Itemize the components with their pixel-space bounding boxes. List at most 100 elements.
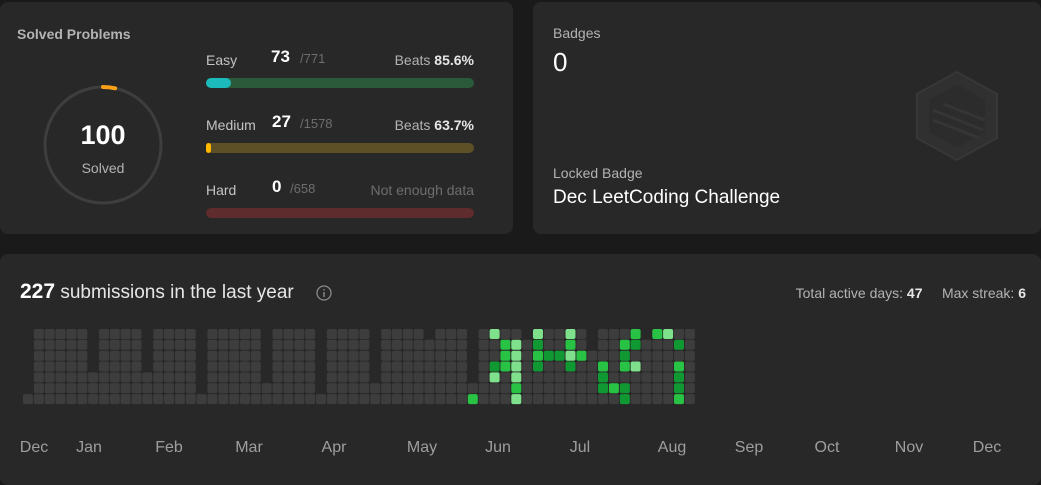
calendar-day-cell[interactable] — [381, 329, 392, 339]
calendar-day-cell[interactable] — [576, 361, 587, 372]
calendar-day-cell[interactable] — [652, 329, 663, 339]
calendar-day-cell[interactable] — [641, 383, 652, 394]
calendar-day-cell[interactable] — [164, 329, 174, 339]
calendar-day-cell[interactable] — [348, 383, 359, 394]
calendar-day-cell[interactable] — [435, 339, 446, 350]
calendar-day-cell[interactable] — [402, 394, 413, 405]
calendar-day-cell[interactable] — [240, 394, 250, 405]
calendar-day-cell[interactable] — [66, 383, 77, 394]
calendar-day-cell[interactable] — [630, 350, 641, 361]
calendar-day-cell[interactable] — [359, 329, 370, 339]
calendar-day-cell[interactable] — [305, 339, 316, 350]
calendar-day-cell[interactable] — [674, 361, 684, 372]
calendar-day-cell[interactable] — [337, 361, 348, 372]
calendar-day-cell[interactable] — [533, 329, 543, 339]
calendar-day-cell[interactable] — [164, 394, 174, 405]
calendar-day-cell[interactable] — [576, 350, 587, 361]
calendar-day-cell[interactable] — [250, 394, 261, 405]
calendar-day-cell[interactable] — [218, 329, 229, 339]
calendar-day-cell[interactable] — [174, 350, 185, 361]
calendar-day-cell[interactable] — [467, 394, 478, 405]
calendar-day-cell[interactable] — [185, 372, 196, 383]
calendar-day-cell[interactable] — [185, 394, 196, 405]
calendar-day-cell[interactable] — [359, 350, 370, 361]
calendar-day-cell[interactable] — [120, 339, 131, 350]
calendar-day-cell[interactable] — [500, 394, 511, 405]
calendar-day-cell[interactable] — [77, 350, 88, 361]
calendar-day-cell[interactable] — [164, 350, 174, 361]
calendar-day-cell[interactable] — [402, 361, 413, 372]
calendar-day-cell[interactable] — [381, 372, 392, 383]
calendar-day-cell[interactable] — [500, 350, 511, 361]
calendar-day-cell[interactable] — [207, 329, 218, 339]
calendar-day-cell[interactable] — [565, 361, 576, 372]
calendar-day-cell[interactable] — [88, 394, 99, 405]
calendar-day-cell[interactable] — [608, 383, 619, 394]
calendar-day-cell[interactable] — [120, 329, 131, 339]
calendar-day-cell[interactable] — [674, 372, 684, 383]
calendar-day-cell[interactable] — [619, 383, 630, 394]
calendar-day-cell[interactable] — [630, 372, 641, 383]
calendar-day-cell[interactable] — [283, 383, 294, 394]
calendar-day-cell[interactable] — [218, 383, 229, 394]
calendar-day-cell[interactable] — [489, 394, 500, 405]
calendar-day-cell[interactable] — [522, 372, 533, 383]
calendar-day-cell[interactable] — [153, 372, 164, 383]
calendar-day-cell[interactable] — [435, 329, 446, 339]
calendar-day-cell[interactable] — [619, 329, 630, 339]
calendar-day-cell[interactable] — [587, 372, 598, 383]
calendar-day-cell[interactable] — [66, 350, 77, 361]
calendar-day-cell[interactable] — [326, 329, 337, 339]
calendar-day-cell[interactable] — [66, 361, 77, 372]
calendar-day-cell[interactable] — [489, 361, 500, 372]
calendar-day-cell[interactable] — [174, 383, 185, 394]
calendar-day-cell[interactable] — [185, 350, 196, 361]
calendar-day-cell[interactable] — [337, 350, 348, 361]
calendar-day-cell[interactable] — [272, 383, 283, 394]
calendar-day-cell[interactable] — [153, 383, 164, 394]
calendar-day-cell[interactable] — [109, 394, 120, 405]
calendar-day-cell[interactable] — [630, 361, 641, 372]
calendar-day-cell[interactable] — [44, 394, 55, 405]
calendar-day-cell[interactable] — [55, 394, 66, 405]
calendar-day-cell[interactable] — [305, 383, 316, 394]
calendar-day-cell[interactable] — [348, 339, 359, 350]
calendar-day-cell[interactable] — [652, 372, 663, 383]
calendar-day-cell[interactable] — [370, 394, 381, 405]
calendar-day-cell[interactable] — [652, 339, 663, 350]
calendar-day-cell[interactable] — [109, 329, 120, 339]
calendar-day-cell[interactable] — [608, 372, 619, 383]
calendar-day-cell[interactable] — [55, 350, 66, 361]
calendar-day-cell[interactable] — [457, 350, 467, 361]
calendar-day-cell[interactable] — [44, 350, 55, 361]
calendar-day-cell[interactable] — [326, 350, 337, 361]
calendar-day-cell[interactable] — [663, 383, 674, 394]
calendar-day-cell[interactable] — [283, 329, 294, 339]
calendar-day-cell[interactable] — [99, 350, 109, 361]
calendar-day-cell[interactable] — [500, 372, 511, 383]
calendar-day-cell[interactable] — [120, 350, 131, 361]
calendar-day-cell[interactable] — [554, 339, 565, 350]
calendar-day-cell[interactable] — [44, 329, 55, 339]
calendar-day-cell[interactable] — [359, 383, 370, 394]
calendar-day-cell[interactable] — [283, 350, 294, 361]
calendar-day-cell[interactable] — [489, 372, 500, 383]
calendar-day-cell[interactable] — [294, 350, 305, 361]
calendar-day-cell[interactable] — [348, 361, 359, 372]
calendar-day-cell[interactable] — [608, 350, 619, 361]
calendar-day-cell[interactable] — [207, 372, 218, 383]
calendar-day-cell[interactable] — [543, 394, 554, 405]
calendar-day-cell[interactable] — [337, 329, 348, 339]
calendar-day-cell[interactable] — [630, 339, 641, 350]
calendar-day-cell[interactable] — [652, 350, 663, 361]
calendar-day-cell[interactable] — [576, 339, 587, 350]
calendar-day-cell[interactable] — [44, 383, 55, 394]
calendar-day-cell[interactable] — [435, 350, 446, 361]
calendar-day-cell[interactable] — [109, 383, 120, 394]
calendar-day-cell[interactable] — [630, 329, 641, 339]
calendar-day-cell[interactable] — [543, 372, 554, 383]
calendar-day-cell[interactable] — [489, 329, 500, 339]
calendar-day-cell[interactable] — [478, 394, 489, 405]
calendar-day-cell[interactable] — [250, 372, 261, 383]
calendar-day-cell[interactable] — [641, 339, 652, 350]
